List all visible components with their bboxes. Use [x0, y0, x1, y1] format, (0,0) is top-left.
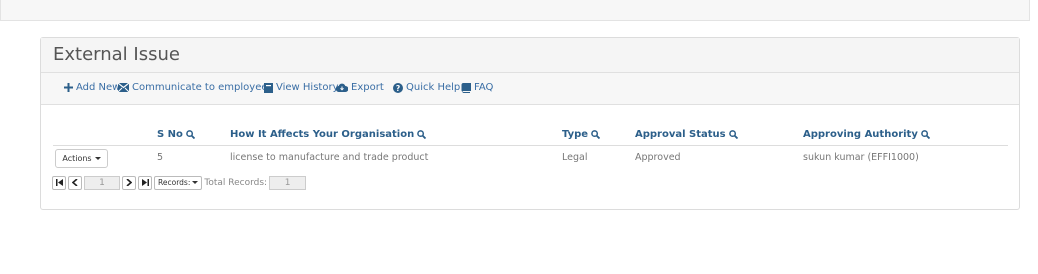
- cell-approving-authority: sukun kumar (EFFI1000): [803, 152, 919, 163]
- cloud-download-icon: [336, 83, 348, 92]
- last-page-button[interactable]: [138, 175, 152, 190]
- cell-approval-status: Approved: [635, 152, 681, 163]
- total-records-label: Total Records:: [204, 177, 268, 188]
- table-header: S No How It Affects Your Organisation Ty…: [53, 127, 1008, 146]
- faq-button[interactable]: FAQ: [461, 82, 493, 93]
- pagination: 1 Records: Total Records: 1: [52, 175, 307, 190]
- actions-dropdown-button[interactable]: Actions: [55, 149, 108, 168]
- chevron-right-icon: [126, 179, 132, 186]
- cell-type: Legal: [562, 152, 588, 163]
- last-page-icon: [141, 179, 149, 186]
- search-icon[interactable]: [591, 130, 601, 139]
- view-history-label: View History: [276, 82, 339, 93]
- add-new-button[interactable]: Add New: [64, 82, 120, 93]
- panel-header: External Issue: [41, 38, 1019, 73]
- add-new-label: Add New: [76, 82, 121, 93]
- export-button[interactable]: Export: [336, 82, 384, 93]
- envelope-icon: [118, 83, 129, 92]
- communicate-button[interactable]: Communicate to employees: [118, 82, 273, 93]
- column-header-sno[interactable]: S No: [157, 129, 195, 140]
- book-icon: [264, 82, 273, 93]
- page-number-input[interactable]: 1: [84, 175, 120, 190]
- search-icon[interactable]: [921, 130, 930, 139]
- prev-page-button[interactable]: [68, 175, 82, 190]
- quick-help-button[interactable]: ? Quick Help: [393, 82, 460, 93]
- first-page-icon: [55, 179, 63, 186]
- next-page-button[interactable]: [122, 175, 136, 190]
- export-label: Export: [351, 82, 384, 93]
- toolbar: Add New Communicate to employees View Hi…: [41, 73, 1019, 105]
- first-page-button[interactable]: [52, 175, 66, 190]
- column-header-approving-authority[interactable]: Approving Authority: [803, 129, 930, 140]
- cell-sno: 5: [157, 152, 164, 163]
- table-row: Actions 5 license to manufacture and tra…: [53, 146, 1008, 170]
- plus-icon: [64, 83, 73, 92]
- page-title: External Issue: [53, 44, 180, 65]
- view-history-button[interactable]: View History: [264, 82, 339, 93]
- cell-affects: license to manufacture and trade product: [230, 152, 429, 163]
- search-icon[interactable]: [417, 130, 427, 139]
- caret-down-icon: [192, 181, 199, 184]
- total-records-value: 1: [269, 175, 307, 190]
- svg-text:?: ?: [396, 84, 400, 93]
- chevron-left-icon: [72, 179, 78, 186]
- column-header-affects[interactable]: How It Affects Your Organisation: [230, 129, 427, 140]
- column-header-approval-status[interactable]: Approval Status: [635, 129, 738, 140]
- records-per-page-dropdown[interactable]: Records:: [154, 175, 203, 190]
- question-circle-icon: ?: [393, 82, 403, 93]
- quick-help-label: Quick Help: [406, 82, 461, 93]
- search-icon[interactable]: [186, 130, 195, 139]
- search-icon[interactable]: [728, 130, 738, 139]
- communicate-label: Communicate to employees: [132, 82, 273, 93]
- caret-down-icon: [94, 157, 101, 160]
- external-issue-panel: External Issue Add New Communicate to em…: [40, 37, 1020, 210]
- faq-label: FAQ: [474, 82, 494, 93]
- faq-book-icon: [461, 82, 471, 93]
- top-bar: [0, 0, 1030, 21]
- column-header-type[interactable]: Type: [562, 129, 601, 140]
